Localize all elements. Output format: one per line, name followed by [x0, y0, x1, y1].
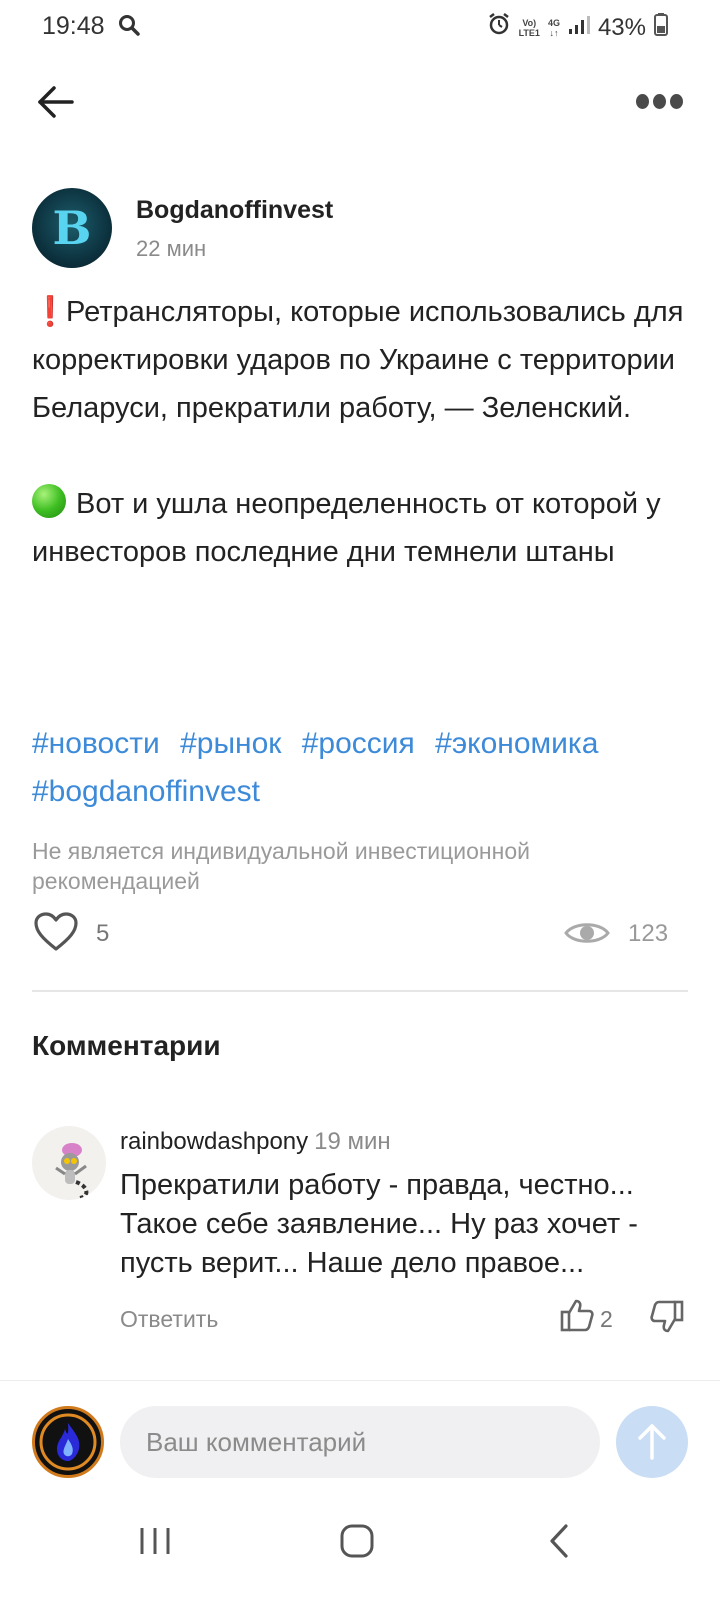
more-dot-icon: [636, 93, 649, 109]
commenter-avatar[interactable]: [32, 1126, 106, 1200]
volte-label: Vo): [522, 17, 537, 28]
chevron-left-icon: [550, 1524, 568, 1558]
upvote-count: 2: [600, 1306, 613, 1332]
lemur-avatar-icon: [55, 1143, 89, 1200]
hashtag-link[interactable]: #новости: [32, 727, 160, 760]
search-icon: [118, 14, 140, 41]
reply-button[interactable]: Ответить: [120, 1306, 218, 1333]
more-button[interactable]: [636, 90, 686, 112]
battery-icon: [654, 12, 668, 43]
upvote-button[interactable]: [560, 1298, 594, 1337]
recent-apps-button[interactable]: [138, 1522, 172, 1565]
hashtag-link[interactable]: #bogdanoffinvest: [32, 775, 260, 808]
comments-title: Комментарии: [32, 1030, 221, 1061]
data-arrows-icon: ↓↑: [549, 27, 559, 38]
heart-icon: [34, 912, 78, 951]
system-nav-bar: [0, 1500, 720, 1600]
post-body: ❗Ретрансляторы, которые использовались д…: [32, 288, 692, 624]
thumbs-up-icon: [560, 1299, 594, 1332]
more-dot-icon: [670, 93, 683, 109]
send-button[interactable]: [616, 1406, 688, 1478]
post-time: 22 мин: [136, 236, 207, 261]
exclamation-icon: ❗: [32, 296, 69, 328]
arrow-left-icon: [38, 86, 74, 118]
like-count: 5: [96, 920, 110, 947]
home-icon: [340, 1524, 374, 1558]
thumbs-down-icon: [650, 1300, 684, 1333]
lte-label: LTE1: [518, 27, 540, 38]
recent-apps-icon: [140, 1528, 170, 1554]
top-bar: [0, 72, 720, 128]
eye-icon: [564, 918, 610, 953]
hashtag-link[interactable]: #рынок: [180, 727, 281, 760]
flame-avatar-icon: [39, 1413, 97, 1471]
post-paragraph-1: Ретрансляторы, которые использовались дл…: [32, 296, 684, 424]
hashtag-link[interactable]: #россия: [302, 727, 415, 760]
view-count: 123: [628, 920, 669, 947]
alarm-icon: [487, 12, 511, 43]
network-gen-label: 4G: [547, 17, 560, 28]
home-button[interactable]: [338, 1522, 376, 1565]
divider: [32, 990, 688, 992]
divider: [0, 1380, 720, 1381]
disclaimer: Не является индивидуальной инвестиционно…: [32, 838, 530, 894]
my-avatar[interactable]: [32, 1406, 104, 1478]
arrow-up-icon: [638, 1424, 666, 1460]
hashtag-link[interactable]: #экономика: [435, 727, 598, 760]
status-time: 19:48: [42, 12, 105, 40]
like-button[interactable]: [34, 912, 78, 957]
signal-icon: [568, 14, 590, 42]
comment-text: Прекратили работу - правда, честно... Та…: [120, 1169, 638, 1279]
comment-header: rainbowdashpony 19 мин: [120, 1128, 391, 1156]
post-stats: 5 123: [32, 906, 692, 962]
green-circle-icon: [32, 484, 66, 518]
avatar-letter: B: [52, 201, 92, 255]
post-paragraph-2: Вот и ушла неопределенность от которой у…: [32, 488, 661, 568]
comment-username[interactable]: rainbowdashpony: [120, 1128, 308, 1155]
back-button[interactable]: [34, 80, 78, 124]
comment-input[interactable]: [120, 1406, 600, 1478]
system-back-button[interactable]: [544, 1522, 574, 1565]
status-bar: 19:48 Vo) LTE1 4G ↓↑ 43%: [0, 0, 720, 52]
post-author[interactable]: B Bogdanoffinvest 22 мин: [32, 188, 692, 270]
post-paragraph: Вот и ушла неопределенность от которой у…: [32, 480, 692, 576]
more-dot-icon: [653, 93, 666, 109]
hashtags: #новости #рынок #россия #экономика #bogd…: [32, 720, 692, 816]
author-avatar[interactable]: B: [32, 188, 112, 268]
author-name[interactable]: Bogdanoffinvest: [136, 196, 333, 225]
comment-input-bar: [0, 1404, 720, 1480]
comment-time: 19 мин: [314, 1128, 391, 1155]
status-icons: Vo) LTE1 4G ↓↑ 43%: [487, 12, 668, 43]
post-paragraph: ❗Ретрансляторы, которые использовались д…: [32, 288, 692, 432]
network-type: 4G ↓↑: [548, 18, 560, 38]
volte-indicator: Vo) LTE1: [519, 18, 540, 38]
battery-percent: 43%: [597, 13, 646, 41]
downvote-button[interactable]: [650, 1300, 684, 1339]
